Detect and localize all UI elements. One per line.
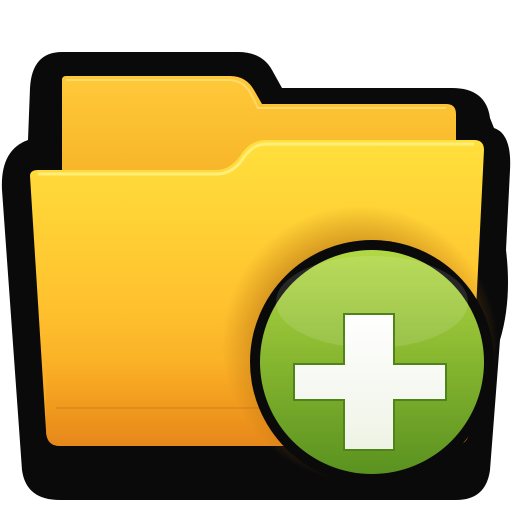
add-folder-graphic (1, 52, 511, 500)
add-folder-icon (0, 0, 512, 512)
